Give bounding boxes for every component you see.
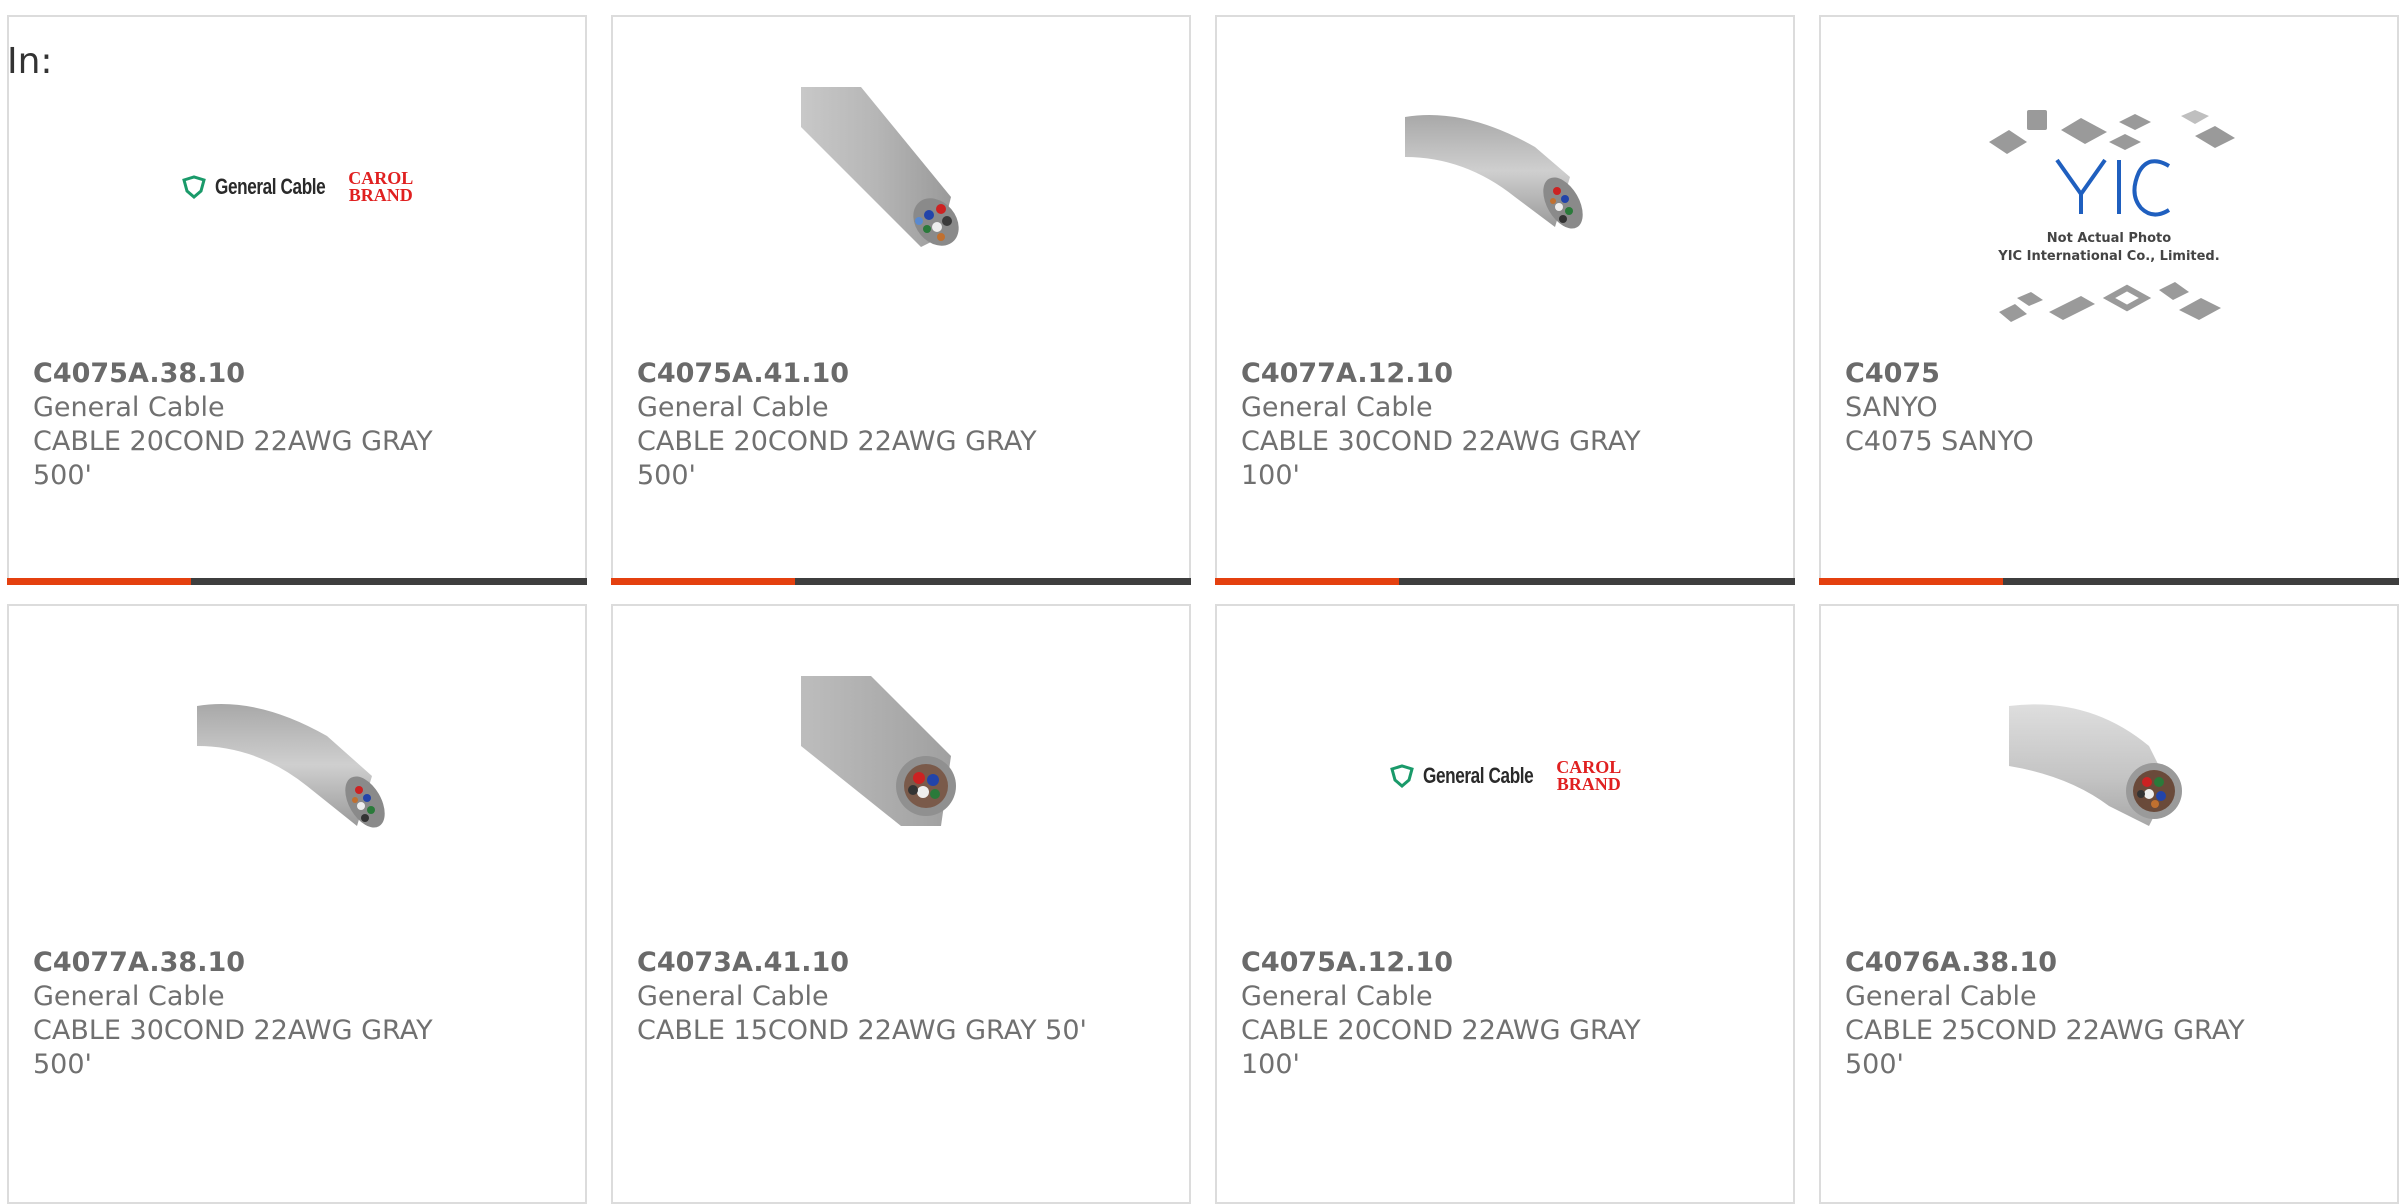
shield-icon [181,175,206,199]
product-card[interactable]: General Cable CAROL BRAND C4075A.38.10 Ge… [7,15,587,585]
product-image: Not Actual Photo YIC International Co., … [1821,102,2397,342]
part-number-link[interactable]: C4076A.38.10 [1845,946,2365,980]
product-image [1821,676,2397,876]
cable-photo [1405,115,1583,229]
part-number-link[interactable]: C4077A.12.10 [1241,357,1761,391]
part-number-link[interactable]: C4077A.38.10 [33,946,553,980]
svg-text:YIC International Co., Limited: YIC International Co., Limited. [1997,249,2219,264]
cable-photo [801,87,1001,287]
description: CABLE 20COND 22AWG GRAY 500' [33,426,433,491]
product-card[interactable]: C4077A.12.10 General Cable CABLE 30COND … [1215,15,1795,585]
card-footer-bar [7,578,587,585]
product-image [1217,87,1793,287]
description: CABLE 25COND 22AWG GRAY 500' [1845,1015,2245,1080]
manufacturer: General Cable [637,981,829,1012]
product-image [613,87,1189,287]
manufacturer: General Cable [33,392,225,423]
product-card[interactable]: C4077A.38.10 General Cable CABLE 30COND … [7,604,587,1204]
svg-text:Not Actual Photo: Not Actual Photo [2047,231,2171,246]
yic-placeholder-image: Not Actual Photo YIC International Co., … [1989,110,2235,322]
part-number-link[interactable]: C4075A.38.10 [33,357,553,391]
manufacturer: General Cable [1241,981,1433,1012]
manufacturer: SANYO [1845,392,1938,423]
product-image [9,676,585,876]
product-card[interactable]: General Cable CAROL BRAND C4075A.12.10 Ge… [1215,604,1795,1204]
manufacturer: General Cable [1845,981,2037,1012]
product-image: General Cable CAROL BRAND [1217,676,1793,876]
card-footer-bar [1215,578,1795,585]
product-image: General Cable CAROL BRAND [9,87,585,287]
part-number-link[interactable]: C4073A.41.10 [637,946,1157,980]
description: CABLE 30COND 22AWG GRAY 500' [33,1015,433,1080]
cable-photo [801,676,956,826]
cable-photo [197,704,385,828]
description: CABLE 20COND 22AWG GRAY 500' [637,426,1037,491]
general-cable-logo: General Cable CAROL BRAND [1389,758,1621,793]
manufacturer: General Cable [33,981,225,1012]
filter-label: In: [7,41,53,82]
card-footer-bar [611,578,1191,585]
description: CABLE 30COND 22AWG GRAY 100' [1241,426,1641,491]
description: CABLE 15COND 22AWG GRAY 50' [637,1015,1087,1046]
product-card[interactable]: C4075A.41.10 General Cable CABLE 20COND … [611,15,1191,585]
shield-icon [1389,764,1414,788]
part-number-link[interactable]: C4075A.12.10 [1241,946,1761,980]
description: CABLE 20COND 22AWG GRAY 100' [1241,1015,1641,1080]
part-number-link[interactable]: C4075 [1845,357,2365,391]
part-number-link[interactable]: C4075A.41.10 [637,357,1157,391]
product-card[interactable]: Not Actual Photo YIC International Co., … [1819,15,2399,585]
cable-photo [2009,704,2182,826]
description: C4075 SANYO [1845,426,2034,457]
manufacturer: General Cable [1241,392,1433,423]
general-cable-logo: General Cable CAROL BRAND [181,169,413,204]
product-card[interactable]: C4073A.41.10 General Cable CABLE 15COND … [611,604,1191,1204]
product-card[interactable]: C4076A.38.10 General Cable CABLE 25COND … [1819,604,2399,1204]
manufacturer: General Cable [637,392,829,423]
product-grid: General Cable CAROL BRAND C4075A.38.10 Ge… [0,0,2400,1204]
card-footer-bar [1819,578,2399,585]
product-image [613,676,1189,876]
